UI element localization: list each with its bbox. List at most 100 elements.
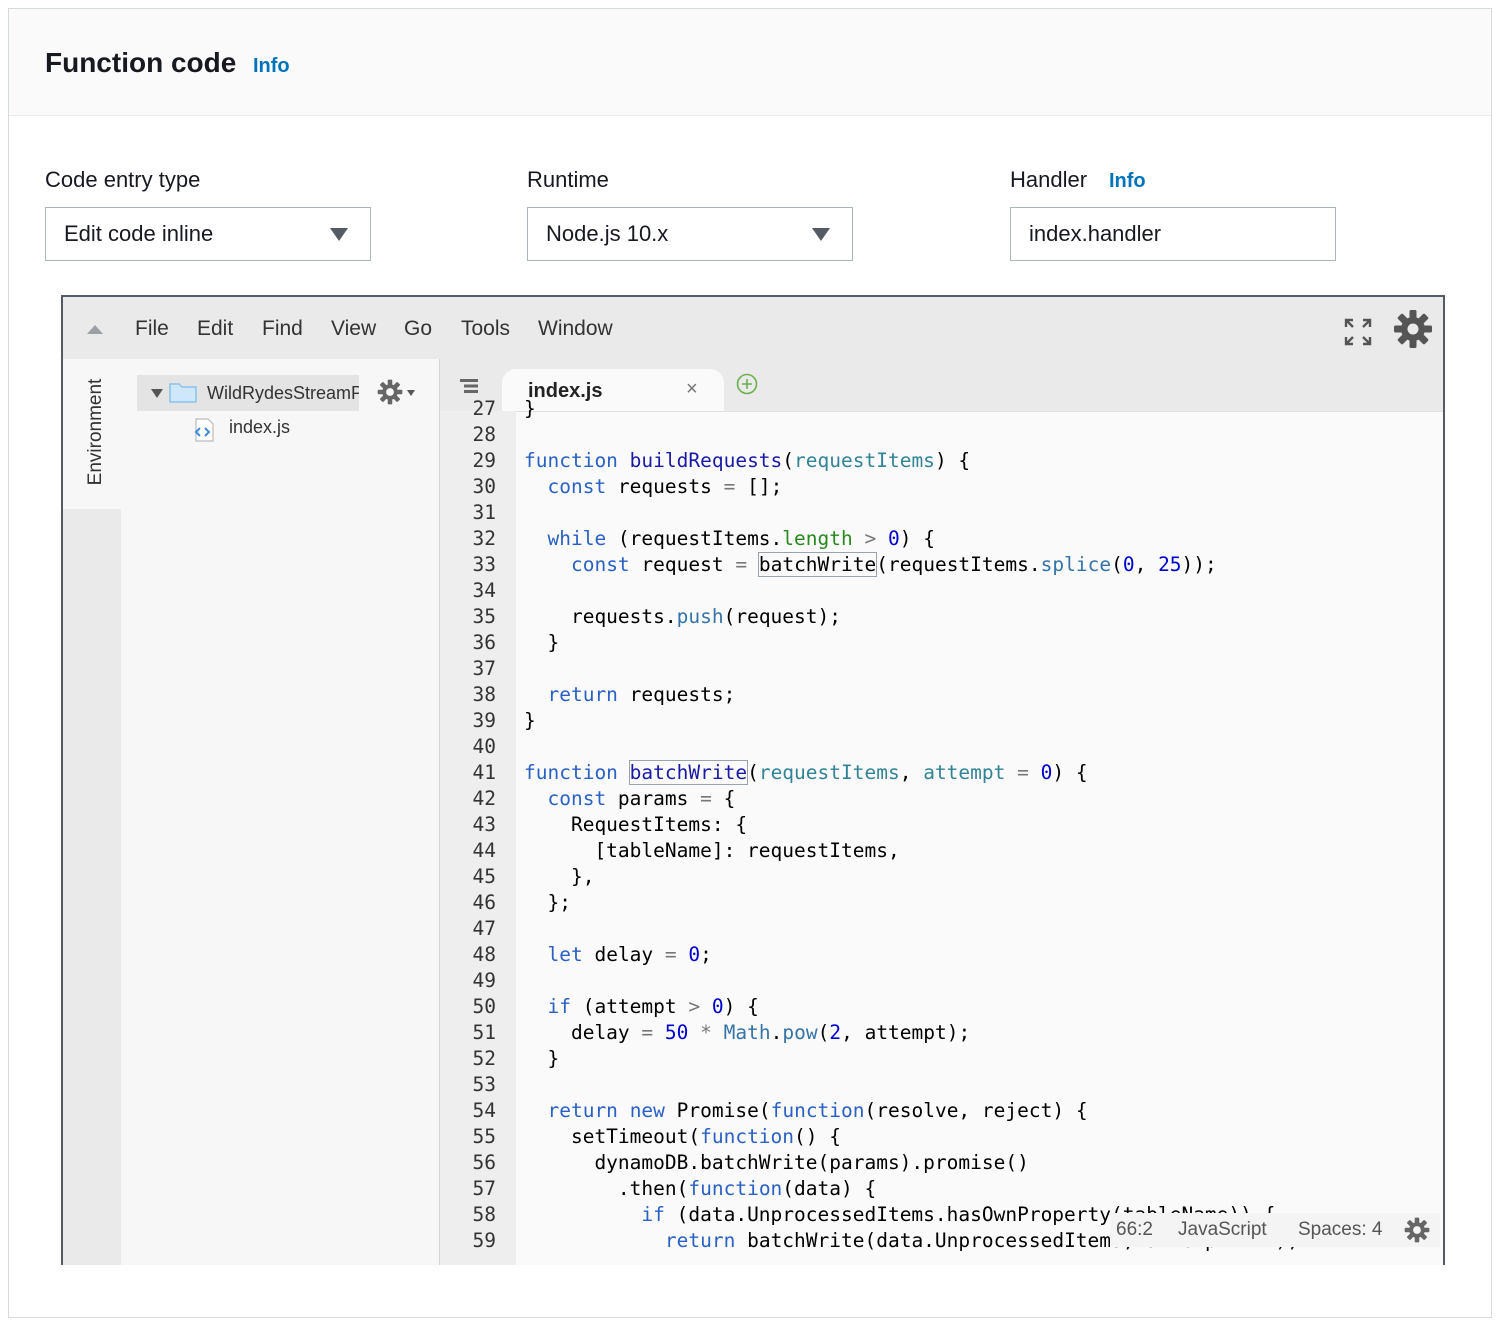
line-number: 37 <box>472 657 496 680</box>
line-number: 54 <box>472 1099 496 1122</box>
code-line[interactable]: 29 function buildRequests(requestItems) { <box>440 449 1443 475</box>
code-line[interactable]: 44 [tableName]: requestItems, <box>440 839 1443 865</box>
collapse-up-icon[interactable] <box>87 325 103 334</box>
code-text: delay = 50 * Math.pow(2, attempt); <box>524 1021 971 1044</box>
code-text: let delay = 0; <box>547 943 712 966</box>
expand-triangle-icon[interactable] <box>151 389 163 398</box>
code-text: RequestItems: { <box>524 813 748 836</box>
line-number: 34 <box>472 579 496 602</box>
code-line[interactable]: 45 }, <box>440 865 1443 891</box>
code-editor-ide: File Edit Find View Go Tools Window Envi… <box>61 295 1445 1265</box>
code-line[interactable]: 55 setTimeout(function() { <box>440 1125 1443 1151</box>
code-line[interactable]: 35 requests.push(request); <box>440 605 1443 631</box>
line-number: 52 <box>472 1047 496 1070</box>
environment-tab-label: Environment <box>85 378 106 486</box>
code-text: } <box>524 397 536 420</box>
code-line[interactable]: 47 <box>440 917 1443 943</box>
tree-gear-icon[interactable] <box>377 379 403 405</box>
line-number: 45 <box>472 865 496 888</box>
code-text: while (requestItems.length > 0) { <box>547 527 935 550</box>
line-number: 33 <box>472 553 496 576</box>
code-line[interactable]: 46 }; <box>440 891 1443 917</box>
code-line[interactable]: 28 <box>440 423 1443 449</box>
code-line[interactable]: 36 } <box>440 631 1443 657</box>
code-line[interactable]: 39} <box>440 709 1443 735</box>
runtime-select[interactable]: Node.js 10.x <box>527 207 853 261</box>
menu-tools[interactable]: Tools <box>461 317 510 341</box>
code-text: return new Promise(function(resolve, rej… <box>547 1099 1088 1122</box>
line-number: 46 <box>472 891 496 914</box>
code-line[interactable]: 51 delay = 50 * Math.pow(2, attempt); <box>440 1021 1443 1047</box>
line-number: 58 <box>472 1203 496 1226</box>
status-gear-icon[interactable] <box>1404 1217 1430 1243</box>
code-text: .then(function(data) { <box>524 1177 877 1200</box>
handler-info-link[interactable]: Info <box>1109 170 1146 193</box>
panel-header: Function code Info <box>9 9 1491 116</box>
code-line[interactable]: 41 function batchWrite(requestItems, atte… <box>440 760 1443 787</box>
line-number: 49 <box>472 969 496 992</box>
code-text: const request = batchWrite(requestItems.… <box>570 552 1217 577</box>
title-info-link[interactable]: Info <box>253 55 290 78</box>
line-number: 48 <box>472 943 496 966</box>
code-text: } <box>524 631 560 654</box>
line-number: 41 <box>472 761 496 784</box>
code-line[interactable]: 54 return new Promise(function(resolve, … <box>440 1099 1443 1125</box>
code-line[interactable]: 50 if (attempt > 0) { <box>440 995 1443 1021</box>
code-entry-type-select[interactable]: Edit code inline <box>45 207 371 261</box>
runtime-value: Node.js 10.x <box>546 221 669 246</box>
code-line[interactable]: 49 <box>440 969 1443 995</box>
editor-area: index.js × 27} 28 29 function buildRequests… <box>440 359 1443 1265</box>
code-line[interactable]: 34 <box>440 579 1443 605</box>
code-line[interactable]: 38 return requests; <box>440 683 1443 709</box>
function-code-panel: Function code Info Code entry type Runti… <box>8 8 1492 1318</box>
menu-file[interactable]: File <box>135 317 169 341</box>
code-line[interactable]: 30 const requests = []; <box>440 475 1443 501</box>
handler-input[interactable]: index.handler <box>1010 207 1336 261</box>
code-line[interactable]: 52 } <box>440 1047 1443 1073</box>
tree-root-folder[interactable]: WildRydesStreamProcessor <box>137 375 359 411</box>
line-number: 35 <box>472 605 496 628</box>
menu-window[interactable]: Window <box>538 317 613 341</box>
add-tab-icon[interactable] <box>736 373 758 395</box>
code-text: } <box>524 709 536 732</box>
tree-gear-caret-icon[interactable] <box>407 390 415 396</box>
code-line[interactable]: 32 while (requestItems.length > 0) { <box>440 527 1443 553</box>
code-line[interactable]: 27} <box>440 397 1443 423</box>
menu-edit[interactable]: Edit <box>197 317 233 341</box>
code-line[interactable]: 33 const request = batchWrite(requestIte… <box>440 552 1443 579</box>
environment-tab[interactable]: Environment <box>63 359 122 509</box>
line-number: 44 <box>472 839 496 862</box>
tab-list-icon[interactable] <box>458 377 480 395</box>
panel-title: Function code <box>45 47 237 78</box>
code-line[interactable]: 53 <box>440 1073 1443 1099</box>
menu-view[interactable]: View <box>331 317 376 341</box>
code-line[interactable]: 43 RequestItems: { <box>440 813 1443 839</box>
code-text: const params = { <box>547 787 736 810</box>
caret-down-icon <box>812 228 830 241</box>
line-number: 57 <box>472 1177 496 1200</box>
code-line[interactable]: 40 <box>440 735 1443 761</box>
menu-go[interactable]: Go <box>404 317 432 341</box>
code-entry-type-value: Edit code inline <box>64 221 214 246</box>
settings-gear-icon[interactable] <box>1393 309 1433 349</box>
menu-find[interactable]: Find <box>262 317 303 341</box>
line-number: 53 <box>472 1073 496 1096</box>
indent-setting[interactable]: Spaces: 4 <box>1298 1219 1383 1241</box>
file-tree: WildRydesStreamProcessor index.js <box>121 359 440 1265</box>
line-number: 55 <box>472 1125 496 1148</box>
tree-file-label[interactable]: index.js <box>229 417 290 438</box>
code-line[interactable]: 37 <box>440 657 1443 683</box>
code-line[interactable]: 42 const params = { <box>440 787 1443 813</box>
line-number: 40 <box>472 735 496 758</box>
code-line[interactable]: 31 <box>440 501 1443 527</box>
language-mode[interactable]: JavaScript <box>1178 1219 1267 1241</box>
code-line[interactable]: 57 .then(function(data) { <box>440 1177 1443 1203</box>
js-file-icon <box>194 418 214 442</box>
code-line[interactable]: 56 dynamoDB.batchWrite(params).promise() <box>440 1151 1443 1177</box>
editor-statusbar: 66:2 JavaScript Spaces: 4 <box>1110 1213 1440 1247</box>
cursor-position[interactable]: 66:2 <box>1116 1219 1153 1241</box>
code-text: setTimeout(function() { <box>524 1125 841 1148</box>
code-line[interactable]: 48 let delay = 0; <box>440 943 1443 969</box>
line-number: 56 <box>472 1151 496 1174</box>
fullscreen-icon[interactable] <box>1343 317 1373 347</box>
